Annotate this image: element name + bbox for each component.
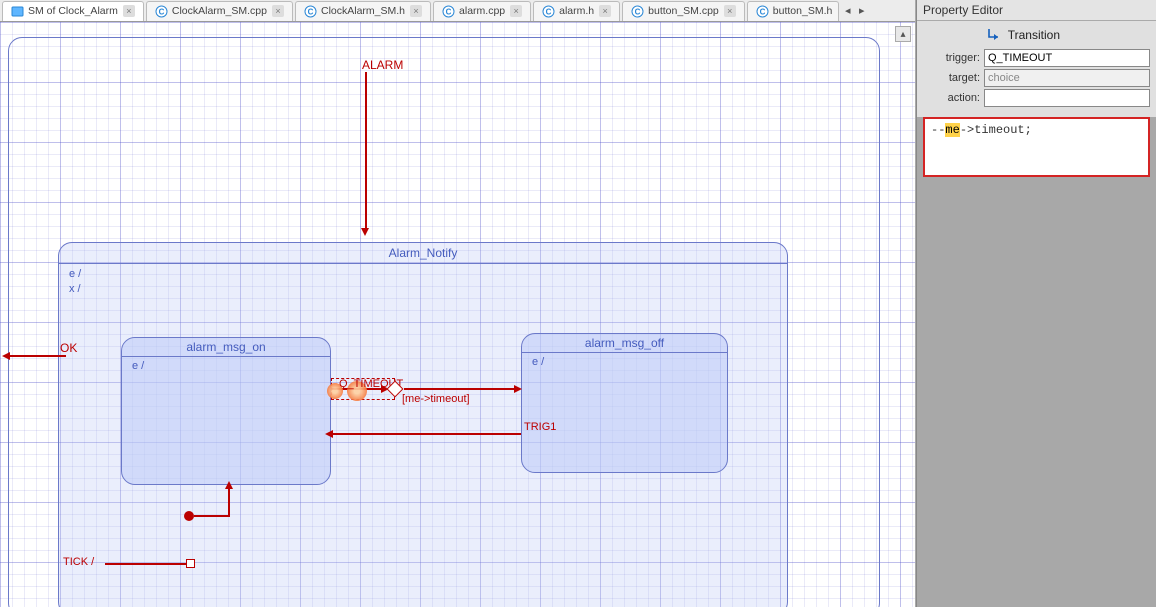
entry-action-label: e / [69,268,81,280]
close-icon[interactable]: × [410,5,422,17]
close-icon[interactable]: × [272,5,284,17]
transition-trig1[interactable] [331,433,521,435]
state-alarm-msg-off[interactable]: alarm_msg_off e / [521,333,728,473]
arrowhead-icon [225,481,233,489]
state-title: Alarm_Notify [59,242,787,260]
c-icon: C [442,5,455,18]
arrowhead-icon [2,352,10,360]
close-icon[interactable]: × [123,5,135,17]
transition-initial[interactable] [194,515,229,517]
action-code-editor[interactable]: --me->timeout; [923,117,1150,177]
file-tabs: SM of Clock_Alarm × C ClockAlarm_SM.cpp … [0,0,915,22]
svg-text:C: C [635,7,641,16]
svg-text:C: C [446,7,452,16]
svg-text:C: C [546,7,552,16]
tab-label: SM of Clock_Alarm [28,5,118,17]
tab-label: button_SM.cpp [648,5,719,17]
code-text: -- [931,123,945,137]
close-icon[interactable]: × [724,5,736,17]
code-highlight: me [945,123,959,137]
tab-label: ClockAlarm_SM.cpp [172,5,267,17]
tab-label: button_SM.h [773,5,833,17]
transition-tick[interactable] [105,563,187,565]
target-input[interactable] [984,69,1150,87]
tab-alarm-h[interactable]: C alarm.h × [533,1,620,21]
property-editor-panel: Property Editor Transition trigger: targ… [916,0,1156,607]
arrowhead-icon [361,228,369,236]
svg-text:C: C [759,7,765,16]
internal-trans-end [186,559,195,568]
tab-clockalarm-sm-cpp[interactable]: C ClockAlarm_SM.cpp × [146,1,293,21]
scroll-up-button[interactable]: ▴ [895,26,911,42]
code-text: ->timeout; [960,123,1032,137]
exit-action-label: x / [69,283,81,295]
arrowhead-icon [514,385,522,393]
svg-text:C: C [158,7,164,16]
c-icon: C [155,5,168,18]
close-icon[interactable]: × [599,5,611,17]
c-icon: C [542,5,555,18]
transition-label-trig1: TRIG1 [524,421,556,433]
entry-action-label: e / [532,356,544,368]
action-input[interactable] [984,89,1150,107]
transition-icon [986,27,1002,43]
diagram-canvas[interactable]: ▴ ALARM Alarm_Notify e / x / alarm_msg_o… [0,22,915,607]
trigger-input[interactable] [984,49,1150,67]
transition-initial[interactable] [228,487,230,517]
transition-ok[interactable] [8,355,66,357]
target-label: target: [923,72,980,84]
transition-guard-to-off[interactable] [404,388,519,390]
state-alarm-msg-on[interactable]: alarm_msg_on e / [121,337,331,485]
tab-button-sm-cpp[interactable]: C button_SM.cpp × [622,1,745,21]
initial-pseudostate[interactable] [184,511,194,521]
entry-action-label: e / [132,360,144,372]
tab-sm-clock-alarm[interactable]: SM of Clock_Alarm × [2,1,144,21]
tab-clockalarm-sm-h[interactable]: C ClockAlarm_SM.h × [295,1,431,21]
tab-label: alarm.cpp [459,5,505,17]
guard-label: [me->timeout] [402,393,470,405]
state-alarm-notify[interactable]: Alarm_Notify e / x / alarm_msg_on e / al… [58,242,788,607]
transition-label-tick: TICK / [63,556,94,568]
action-label: action: [923,92,980,104]
tab-label: ClockAlarm_SM.h [321,5,405,17]
trigger-label: trigger: [923,52,980,64]
tab-scroll-left[interactable]: ◂ [841,4,855,18]
property-editor-title: Property Editor [917,0,1156,21]
close-icon[interactable]: × [510,5,522,17]
state-title: alarm_msg_off [522,333,727,350]
panel-empty-area [917,177,1156,607]
property-section-label: Transition [1008,28,1060,42]
transition-label-ok: OK [60,341,77,355]
sm-icon [11,5,24,18]
tab-scroll-right[interactable]: ▸ [855,4,869,18]
c-icon: C [756,5,769,18]
c-icon: C [304,5,317,18]
tab-button-sm-h[interactable]: C button_SM.h [747,1,839,21]
tab-alarm-cpp[interactable]: C alarm.cpp × [433,1,531,21]
arrowhead-icon [325,430,333,438]
tab-label: alarm.h [559,5,594,17]
state-title: alarm_msg_on [122,337,330,354]
transition-alarm-entry[interactable] [365,72,367,230]
alarm-entry-label: ALARM [362,58,403,72]
c-icon: C [631,5,644,18]
svg-text:C: C [308,7,314,16]
property-form: Transition trigger: target: action: [917,21,1156,117]
